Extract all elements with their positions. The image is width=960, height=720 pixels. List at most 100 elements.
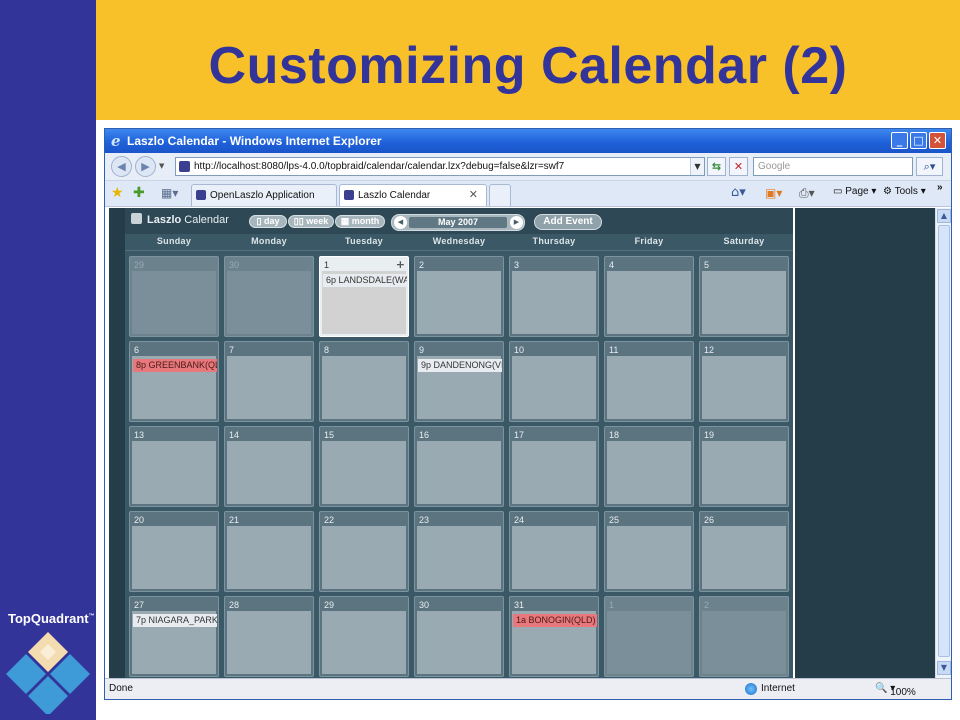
day-cell[interactable]: 13 <box>129 426 219 507</box>
day-cell[interactable]: 21 <box>224 511 314 592</box>
day-cell[interactable]: 29 <box>129 256 219 337</box>
day-cell[interactable]: 26 <box>699 511 789 592</box>
day-cell-body[interactable] <box>322 611 406 674</box>
day-cell-body[interactable] <box>227 271 311 334</box>
day-cell-body[interactable] <box>132 526 216 589</box>
day-cell-body[interactable] <box>227 356 311 419</box>
scroll-down-icon[interactable]: ▼ <box>937 661 951 675</box>
day-cell-body[interactable] <box>512 526 596 589</box>
day-cell[interactable]: 19 <box>699 426 789 507</box>
day-cell-body[interactable] <box>607 441 691 504</box>
day-cell-body[interactable] <box>512 271 596 334</box>
day-cell[interactable]: 5 <box>699 256 789 337</box>
calendar-event[interactable]: 9p DANDENONG(VIC) <box>418 359 502 372</box>
previous-month-icon[interactable]: ◀ <box>394 216 407 229</box>
day-cell[interactable]: 30 <box>414 596 504 677</box>
stop-button[interactable]: ✕ <box>729 157 748 176</box>
day-cell[interactable]: 31 1a BONOGIN(QLD) <box>509 596 599 677</box>
day-cell[interactable]: 2 <box>414 256 504 337</box>
minimize-button[interactable]: _ <box>891 132 908 149</box>
quick-tabs-icon[interactable]: ▦▾ <box>161 186 178 200</box>
view-month-button[interactable]: ▦ month <box>335 215 385 228</box>
day-cell-body[interactable] <box>322 356 406 419</box>
next-month-icon[interactable]: ▶ <box>510 216 523 229</box>
tools-menu[interactable]: ⚙ Tools ▾ <box>883 186 926 197</box>
day-cell-body[interactable] <box>702 271 786 334</box>
day-cell[interactable]: 20 <box>129 511 219 592</box>
day-cell[interactable]: 2 <box>699 596 789 677</box>
new-tab-button[interactable] <box>489 184 511 206</box>
day-cell[interactable]: 29 <box>319 596 409 677</box>
close-window-button[interactable]: ✕ <box>929 132 946 149</box>
history-dropdown-icon[interactable]: ▼ <box>159 162 164 170</box>
day-cell[interactable]: 9 9p DANDENONG(VIC) <box>414 341 504 422</box>
vertical-scrollbar[interactable]: ▲ ▼ <box>935 208 951 678</box>
address-bar[interactable]: http://localhost:8080/lps-4.0.0/topbraid… <box>175 157 705 176</box>
day-cell-body[interactable] <box>417 441 501 504</box>
add-event-button[interactable]: Add Event <box>534 214 602 230</box>
day-cell-body[interactable] <box>702 611 786 674</box>
print-icon[interactable]: ⎙▾ <box>799 186 815 200</box>
day-cell[interactable]: 1 <box>604 596 694 677</box>
search-input[interactable]: Google <box>753 157 913 176</box>
day-cell[interactable]: 27 7p NIAGARA_PARK <box>129 596 219 677</box>
page-menu[interactable]: ▭ Page ▾ <box>833 186 876 197</box>
day-cell-body[interactable] <box>132 441 216 504</box>
day-cell-body[interactable] <box>702 526 786 589</box>
zoom-level[interactable]: 🔍 100% ▾ <box>875 683 916 698</box>
day-cell[interactable]: 24 <box>509 511 599 592</box>
add-event-plus-icon[interactable]: + <box>396 258 405 271</box>
day-cell[interactable]: 16 <box>414 426 504 507</box>
day-cell-body[interactable] <box>132 271 216 334</box>
day-cell-body[interactable] <box>702 356 786 419</box>
window-titlebar[interactable]: e Laszlo Calendar - Windows Internet Exp… <box>105 129 951 153</box>
add-favorite-icon[interactable]: ✚ <box>133 186 145 200</box>
day-cell[interactable]: 25 <box>604 511 694 592</box>
day-cell-body[interactable] <box>227 441 311 504</box>
day-cell[interactable]: 17 <box>509 426 599 507</box>
home-icon[interactable]: ⌂▾ <box>731 186 746 200</box>
day-cell-body[interactable] <box>607 526 691 589</box>
scroll-up-icon[interactable]: ▲ <box>937 209 951 223</box>
day-cell-body[interactable] <box>512 356 596 419</box>
view-week-button[interactable]: ▯▯ week <box>288 215 334 228</box>
calendar-event[interactable]: 8p GREENBANK(QLD) <box>133 359 217 372</box>
day-cell-body[interactable] <box>702 441 786 504</box>
day-cell[interactable]: 11 <box>604 341 694 422</box>
day-cell[interactable]: 12 <box>699 341 789 422</box>
day-cell[interactable]: 3 <box>509 256 599 337</box>
calendar-event[interactable]: 6p LANDSDALE(WA) <box>323 274 407 287</box>
day-cell[interactable]: 1 +6p LANDSDALE(WA) <box>319 256 409 337</box>
day-cell[interactable]: 4 <box>604 256 694 337</box>
day-cell[interactable]: 7 <box>224 341 314 422</box>
day-cell[interactable]: 30 <box>224 256 314 337</box>
tab-close-icon[interactable]: ✕ <box>469 188 478 201</box>
day-cell[interactable]: 6 8p GREENBANK(QLD) <box>129 341 219 422</box>
day-cell-body[interactable] <box>417 526 501 589</box>
day-cell[interactable]: 8 <box>319 341 409 422</box>
day-cell[interactable]: 22 <box>319 511 409 592</box>
day-cell[interactable]: 18 <box>604 426 694 507</box>
day-cell[interactable]: 15 <box>319 426 409 507</box>
scroll-thumb[interactable] <box>938 225 950 657</box>
day-cell-body[interactable] <box>417 611 501 674</box>
day-cell-body[interactable] <box>322 526 406 589</box>
calendar-event[interactable]: 7p NIAGARA_PARK <box>133 614 217 627</box>
feeds-icon[interactable]: ▣▾ <box>765 186 782 200</box>
back-button[interactable]: ◀ <box>111 156 132 177</box>
maximize-button[interactable]: □ <box>910 132 927 149</box>
day-cell-body[interactable] <box>607 271 691 334</box>
view-day-button[interactable]: ▯ day <box>249 215 287 228</box>
toolbar-overflow-icon[interactable]: » <box>937 182 943 193</box>
day-cell[interactable]: 28 <box>224 596 314 677</box>
day-cell[interactable]: 14 <box>224 426 314 507</box>
day-cell-body[interactable] <box>227 611 311 674</box>
day-cell-body[interactable] <box>607 611 691 674</box>
address-dropdown-icon[interactable]: ▼ <box>690 158 704 175</box>
day-cell-body[interactable] <box>227 526 311 589</box>
tab-openlaszlo-application[interactable]: OpenLaszlo Application <box>191 184 337 206</box>
search-button[interactable]: ⌕▾ <box>916 157 943 176</box>
refresh-button[interactable]: ⇆ <box>707 157 726 176</box>
day-cell-body[interactable] <box>417 271 501 334</box>
tab-laszlo-calendar[interactable]: Laszlo Calendar ✕ <box>339 184 487 206</box>
